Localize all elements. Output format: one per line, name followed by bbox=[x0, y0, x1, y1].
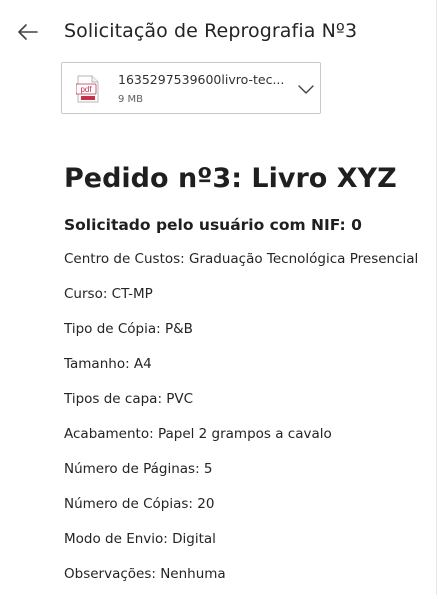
detail-finishing: Acabamento: Papel 2 grampos a cavalo bbox=[64, 426, 332, 442]
detail-cover-type: Tipos de capa: PVC bbox=[64, 391, 194, 407]
detail-list: Centro de Custos: Graduação Tecnológica … bbox=[64, 249, 436, 599]
arrow-left-icon bbox=[18, 24, 38, 40]
requested-by: Solicitado pelo usuário com NIF: 0 bbox=[64, 216, 362, 234]
detail-cost-center: Centro de Custos: Graduação Tecnológica … bbox=[64, 251, 419, 267]
back-button[interactable] bbox=[12, 16, 44, 48]
attachment-card[interactable]: pdf 1635297539600livro-tec... 9 MB bbox=[61, 62, 321, 114]
detail-delivery-mode: Modo de Envio: Digital bbox=[64, 531, 216, 547]
attachment-file-size: 9 MB bbox=[118, 94, 144, 105]
detail-course: Curso: CT-MP bbox=[64, 286, 153, 302]
order-content: Pedido nº3: Livro XYZ Solicitado pelo us… bbox=[64, 158, 436, 599]
detail-size: Tamanho: A4 bbox=[64, 356, 152, 372]
order-title: Pedido nº3: Livro XYZ bbox=[64, 163, 397, 194]
pdf-type-label: pdf bbox=[80, 85, 92, 94]
detail-copy-type: Tipo de Cópia: P&B bbox=[64, 321, 193, 337]
page-title: Solicitação de Reprografia Nº3 bbox=[64, 20, 358, 42]
request-panel: Solicitação de Reprografia Nº3 pdf 16352… bbox=[0, 0, 437, 595]
attachment-file-name: 1635297539600livro-tec... bbox=[118, 72, 285, 87]
detail-copy-count: Número de Cópias: 20 bbox=[64, 496, 215, 512]
header: Solicitação de Reprografia Nº3 bbox=[0, 0, 436, 62]
chevron-down-icon[interactable] bbox=[296, 79, 316, 99]
detail-notes: Observações: Nenhuma bbox=[64, 566, 226, 582]
pdf-file-icon: pdf bbox=[75, 75, 100, 103]
detail-page-count: Número de Páginas: 5 bbox=[64, 461, 213, 477]
